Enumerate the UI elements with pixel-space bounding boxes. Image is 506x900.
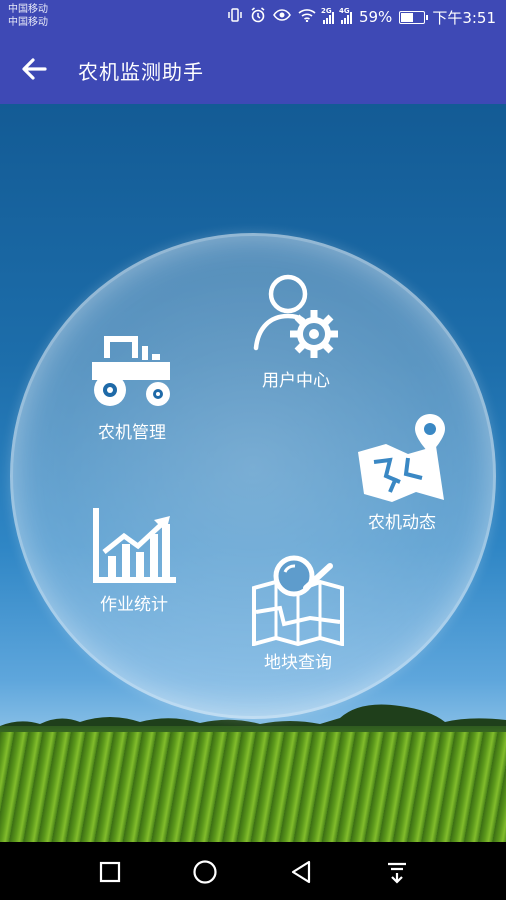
menu-label-plot-query: 地块查询 (264, 653, 332, 673)
triangle-back-icon (291, 860, 311, 884)
carrier-2: 中国移动 (8, 17, 48, 28)
signal-2g-icon: 2G (321, 7, 334, 24)
menu-plot-query[interactable]: 地块查询 (250, 552, 346, 673)
vibrate-icon (227, 7, 243, 27)
network-2-label: 4G (338, 6, 350, 15)
menu-label-user-center: 用户中心 (262, 371, 330, 391)
network-1-label: 2G (320, 6, 332, 15)
notification-pull-button[interactable] (383, 858, 411, 886)
navigation-bar (0, 842, 506, 900)
eye-icon (273, 8, 291, 26)
alarm-icon (250, 7, 266, 27)
menu-machine-management[interactable]: 农机管理 (86, 332, 178, 443)
carrier-1: 中国移动 (8, 4, 48, 15)
carrier-labels: 中国移动 中国移动 (8, 3, 48, 29)
crop-field-image (0, 732, 506, 842)
arrow-left-icon (22, 58, 47, 80)
status-bar: 中国移动 中国移动 2G 4G 59% 下午3:51 (0, 0, 506, 34)
app-bar: 农机监测助手 (0, 34, 506, 104)
page-title: 农机监测助手 (78, 60, 204, 84)
pull-down-icon (388, 862, 406, 884)
square-icon (99, 861, 121, 883)
wifi-icon (298, 8, 316, 26)
nav-back-button[interactable] (287, 858, 315, 886)
battery-icon (399, 10, 429, 24)
user-gear-icon (253, 274, 338, 358)
menu-label-machine-management: 农机管理 (98, 423, 166, 443)
battery-percent: 59% (358, 8, 393, 26)
signal-4g-icon: 4G (339, 7, 352, 24)
menu-machine-dynamics[interactable]: 农机动态 (356, 412, 448, 533)
circle-icon (193, 860, 217, 884)
menu-label-machine-dynamics: 农机动态 (368, 513, 436, 533)
map-search-icon (252, 555, 344, 646)
map-pin-icon (358, 414, 445, 502)
menu-user-center[interactable]: 用户中心 (248, 272, 344, 391)
recent-apps-button[interactable] (96, 858, 124, 886)
status-time: 下午3:51 (432, 8, 496, 27)
tractor-icon (92, 336, 170, 406)
bar-chart-icon (93, 508, 176, 583)
menu-label-work-statistics: 作业统计 (100, 595, 168, 615)
back-button[interactable] (18, 54, 50, 84)
menu-work-statistics[interactable]: 作业统计 (90, 504, 178, 615)
status-icons: 2G 4G 59% 下午3:51 (227, 7, 496, 27)
home-button[interactable] (191, 858, 219, 886)
